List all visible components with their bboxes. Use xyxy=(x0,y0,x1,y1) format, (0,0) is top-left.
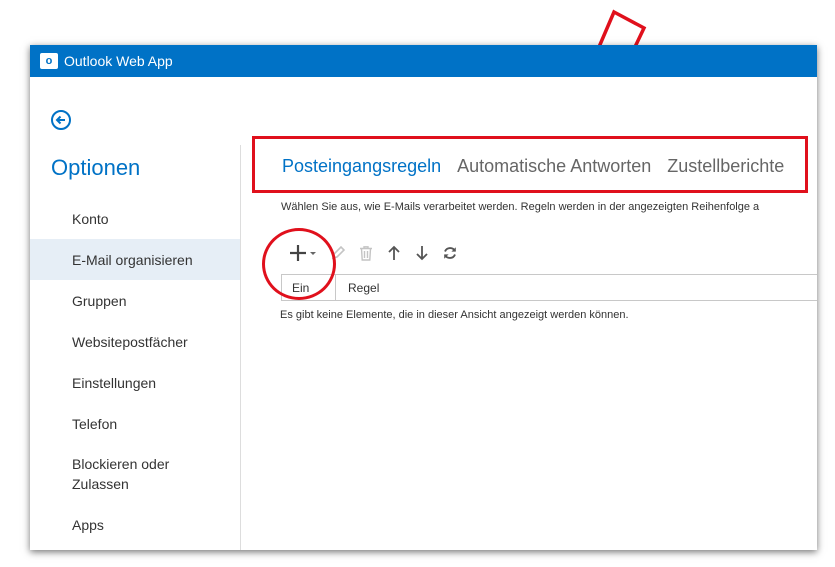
back-arrow-icon xyxy=(51,110,71,130)
sidebar-item-einstellungen[interactable]: Einstellungen xyxy=(30,362,240,403)
rules-description: Wählen Sie aus, wie E-Mails verarbeitet … xyxy=(281,201,760,213)
options-title: Optionen xyxy=(51,155,141,180)
sidebar-item-label: Konto xyxy=(72,210,109,227)
sidebar-item-websitepostfaecher[interactable]: Websitepostfächer xyxy=(30,321,240,362)
sidebar-item-apps[interactable]: Apps xyxy=(30,504,240,545)
delete-rule-button[interactable] xyxy=(358,245,374,261)
sidebar-item-label: Blockieren oder Zulassen xyxy=(72,456,170,492)
tab-zustellberichte[interactable]: Zustellberichte xyxy=(667,156,784,177)
add-button-annotation-circle xyxy=(262,228,336,300)
sidebar-item-konto[interactable]: Konto xyxy=(30,198,240,239)
move-down-icon xyxy=(416,246,428,261)
sidebar-item-label: Einstellungen xyxy=(72,374,157,391)
sidebar-item-email-organisieren[interactable]: E-Mail organisieren xyxy=(30,239,240,280)
move-up-icon xyxy=(388,245,400,260)
sidebar-item-label: Websitepostfächer xyxy=(72,333,188,350)
tab-posteingangsregeln[interactable]: Posteingangsregeln xyxy=(282,156,441,177)
options-sidebar: Konto E-Mail organisieren Gruppen Websit… xyxy=(30,198,240,545)
sidebar-item-telefon[interactable]: Telefon xyxy=(30,403,240,444)
sidebar-item-label: E-Mail organisieren xyxy=(72,251,193,268)
app-titlebar: o Outlook Web App xyxy=(30,45,817,77)
outlook-window: o Outlook Web App Optionen Konto E-Mail … xyxy=(30,45,817,550)
outlook-logo-icon: o xyxy=(40,53,58,69)
sidebar-divider xyxy=(240,145,241,550)
sidebar-item-blockieren[interactable]: Blockieren oder Zulassen xyxy=(30,444,240,504)
back-button[interactable] xyxy=(50,109,72,131)
refresh-icon xyxy=(444,247,456,259)
rules-table-header: Ein Regel xyxy=(281,274,817,301)
app-title: Outlook Web App xyxy=(64,53,173,69)
sidebar-item-label: Gruppen xyxy=(72,292,127,309)
move-down-button[interactable] xyxy=(414,245,430,261)
refresh-button[interactable] xyxy=(442,245,458,261)
column-header-regel[interactable]: Regel xyxy=(336,275,379,300)
tab-bar: Posteingangsregeln Automatische Antworte… xyxy=(282,156,800,177)
sidebar-item-label: Telefon xyxy=(72,415,118,432)
sidebar-item-label: Apps xyxy=(72,516,104,533)
move-up-button[interactable] xyxy=(386,245,402,261)
empty-list-message: Es gibt keine Elemente, die in dieser An… xyxy=(280,309,629,321)
delete-icon xyxy=(360,246,372,261)
sidebar-item-gruppen[interactable]: Gruppen xyxy=(30,280,240,321)
tab-automatische-antworten[interactable]: Automatische Antworten xyxy=(457,156,651,177)
